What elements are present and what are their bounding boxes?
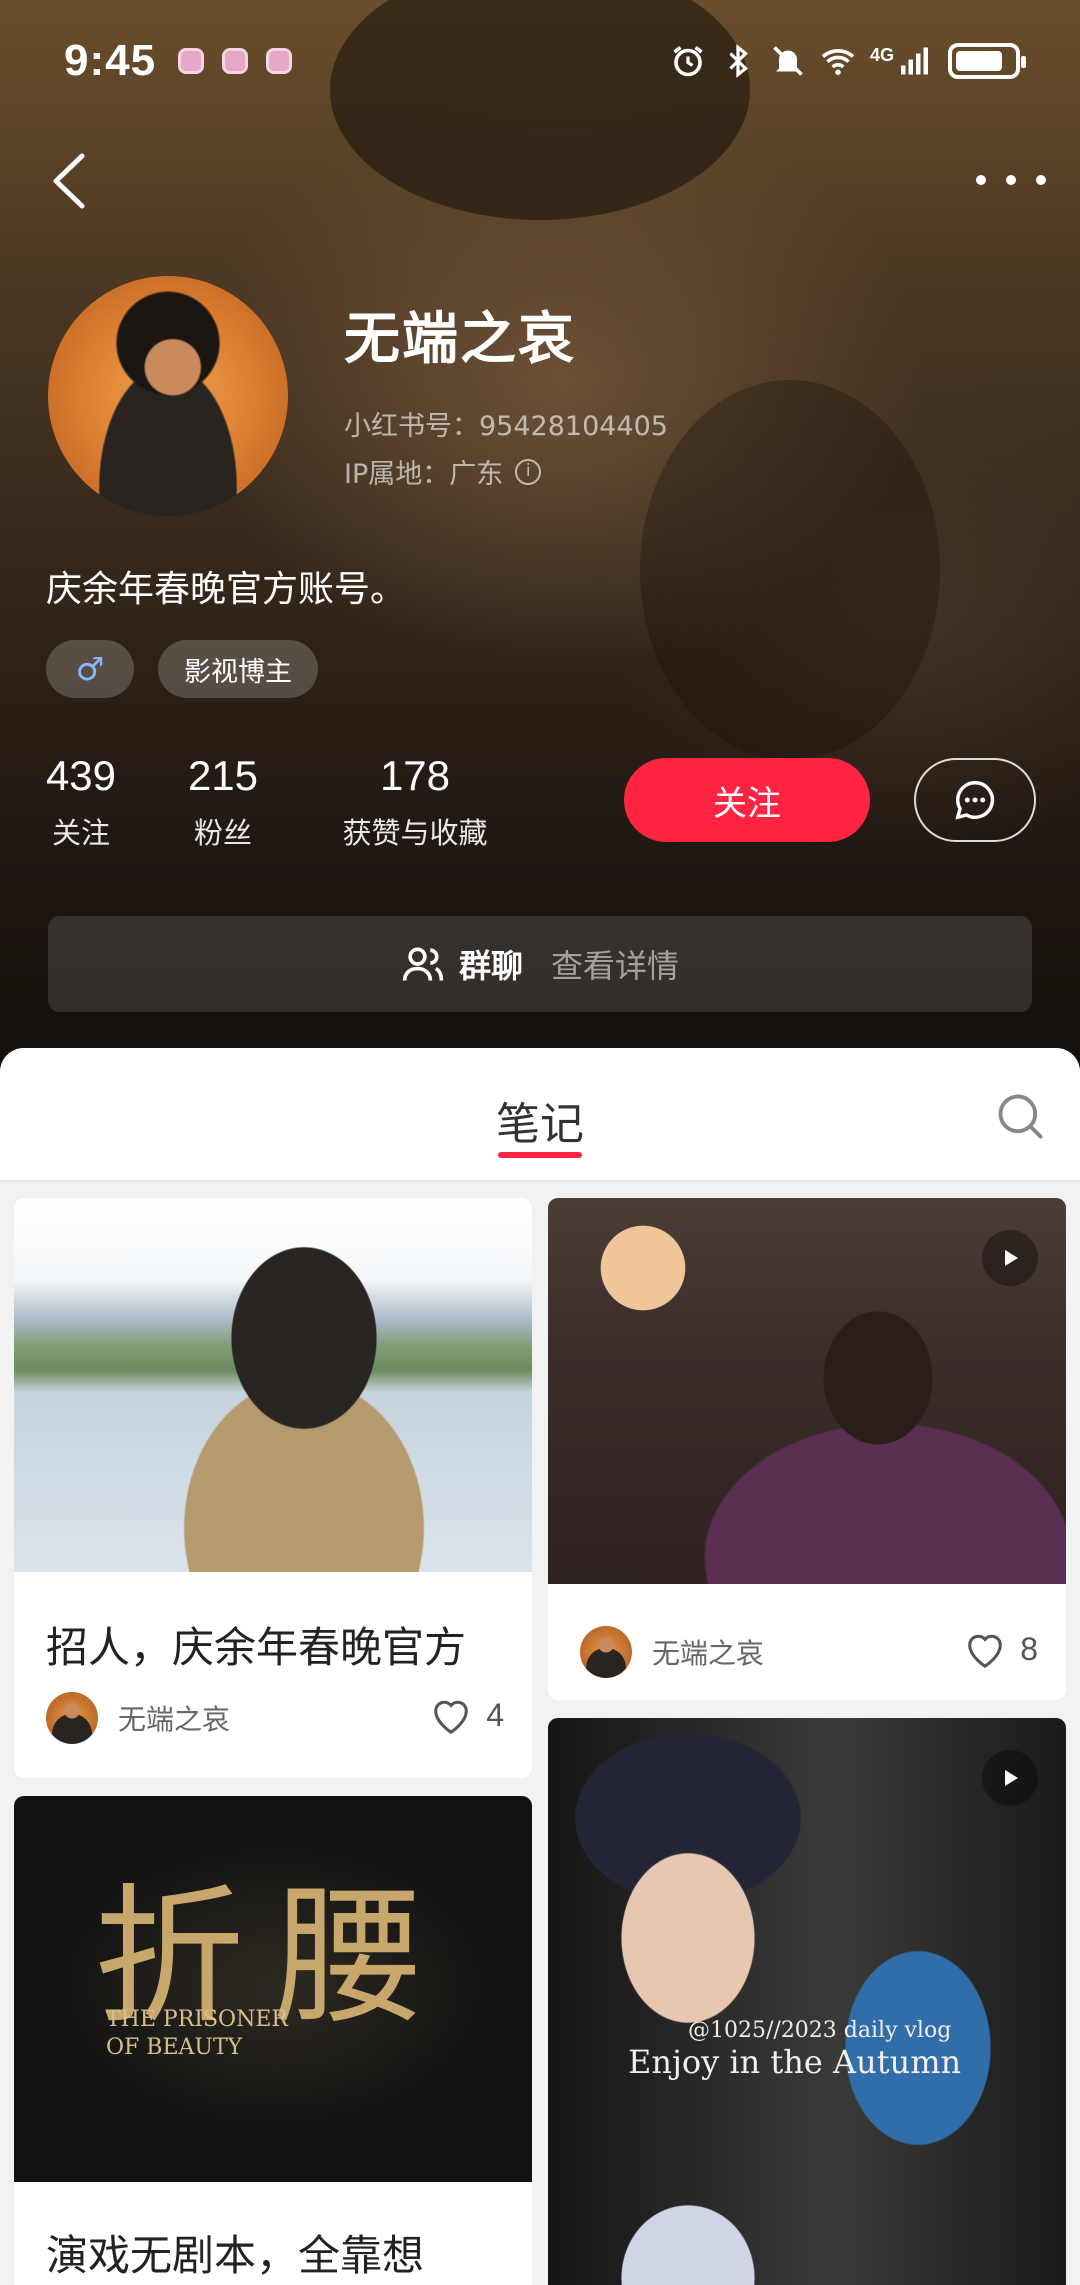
cover-caption-large: Enjoy in the Autumn	[628, 2043, 962, 2081]
red-id: 小红书号：95428104405	[344, 411, 668, 442]
group-users-icon	[402, 947, 444, 981]
search-icon[interactable]	[994, 1090, 1046, 1142]
video-play-icon	[982, 1230, 1038, 1286]
author-avatar	[46, 1692, 98, 1744]
profile-tags: ♂ 影视博主	[46, 640, 318, 698]
mute-icon	[773, 46, 803, 76]
group-chat-bar[interactable]: 群聊 查看详情	[48, 916, 1032, 1012]
follow-button[interactable]: 关注	[624, 758, 870, 842]
stat-label: 粉丝	[193, 816, 252, 850]
note-card[interactable]: @1025//2023 daily vlog Enjoy in the Autu…	[548, 1718, 1066, 2285]
ip-location-text: IP属地：广东	[344, 459, 504, 490]
author-name: 无端之哀	[118, 1703, 231, 1736]
like-button[interactable]: 8	[962, 1628, 1038, 1670]
back-button[interactable]	[46, 150, 94, 212]
notification-icons	[178, 48, 293, 74]
note-card[interactable]: 折腰 THE PRISONER OF BEAUTY 演戏无剧本，全靠想	[14, 1796, 532, 2285]
note-author[interactable]: 无端之哀	[580, 1626, 764, 1678]
like-count: 4	[486, 1696, 504, 1733]
status-icons: 4G	[670, 43, 1026, 79]
group-chat-details-link[interactable]: 查看详情	[551, 941, 679, 987]
category-tag: 影视博主	[158, 640, 318, 698]
profile-stats: 439 关注 215 粉丝 178 获赞与收藏	[44, 752, 498, 852]
stat-label: 关注	[51, 816, 110, 850]
cover-caption-small: @1025//2023 daily vlog	[688, 2018, 952, 2043]
group-chat-title: 群聊	[458, 947, 523, 985]
battery-icon	[948, 43, 1026, 79]
stat-likes-collections[interactable]: 178 获赞与收藏	[332, 752, 498, 852]
note-card[interactable]: 无端之哀 8	[548, 1198, 1066, 1700]
note-cover-image	[14, 1198, 532, 1572]
stat-value: 178	[379, 752, 451, 799]
profile-avatar[interactable]	[48, 276, 288, 516]
chat-bubble-icon	[955, 781, 995, 820]
stat-followers[interactable]: 215 粉丝	[186, 752, 260, 852]
note-title: 演戏无剧本，全靠想	[46, 2231, 425, 2280]
heart-icon	[434, 1700, 469, 1734]
background-photo-shape	[640, 380, 940, 760]
gender-tag: ♂	[46, 640, 134, 698]
video-play-icon	[982, 1750, 1038, 1806]
like-button[interactable]: 4	[428, 1694, 504, 1736]
heart-icon	[968, 1634, 1003, 1668]
message-button[interactable]	[914, 758, 1036, 842]
like-count: 8	[1020, 1630, 1038, 1667]
app-notification-icon	[266, 48, 293, 74]
bluetooth-icon	[729, 44, 748, 78]
stat-label: 获赞与收藏	[342, 816, 488, 850]
note-card[interactable]: 招人，庆余年春晚官方 无端之哀 4	[14, 1198, 532, 1778]
cover-artwork-text: 折腰 THE PRISONER OF BEAUTY	[94, 1836, 454, 2060]
profile-header: 9:45 4G 无端之哀 小红书号：95428104405 IP属地：广东 i …	[0, 0, 1080, 1070]
stat-following[interactable]: 439 关注	[44, 752, 118, 852]
note-title: 招人，庆余年春晚官方	[46, 1623, 467, 1672]
profile-bio: 庆余年春晚官方账号。	[46, 569, 407, 610]
ip-location: IP属地：广东 i	[344, 452, 542, 491]
tab-notes[interactable]: 笔记	[0, 1088, 1080, 1152]
network-label: 4G	[869, 44, 894, 65]
tab-bar: 笔记	[0, 1048, 1080, 1182]
wifi-icon	[821, 49, 855, 75]
more-options-button[interactable]	[976, 160, 1046, 200]
note-cover-image: 折腰 THE PRISONER OF BEAUTY	[14, 1796, 532, 2182]
stat-value: 439	[45, 752, 117, 799]
note-author[interactable]: 无端之哀	[46, 1692, 230, 1744]
app-notification-icon	[178, 48, 205, 74]
stat-value: 215	[187, 752, 259, 799]
alarm-icon	[673, 46, 703, 77]
profile-name: 无端之哀	[344, 307, 576, 372]
author-name: 无端之哀	[652, 1637, 765, 1670]
author-avatar	[580, 1626, 632, 1678]
note-cover-image: @1025//2023 daily vlog Enjoy in the Autu…	[548, 1718, 1066, 2285]
app-notification-icon	[222, 48, 249, 74]
notes-panel: 笔记 招人，庆余年春晚官方 无端之哀 4 无端之哀 8 折腰 THE PRISO…	[0, 1048, 1080, 2285]
cover-artwork-text: @1025//2023 daily vlog Enjoy in the Autu…	[628, 2018, 961, 2081]
active-tab-indicator	[498, 1152, 582, 1158]
status-time: 9:45	[64, 36, 157, 85]
status-bar: 9:45 4G	[0, 28, 1080, 94]
cover-title-en: THE PRISONER OF BEAUTY	[106, 2007, 288, 2060]
signal-icon	[901, 47, 928, 75]
info-icon[interactable]: i	[515, 458, 542, 485]
